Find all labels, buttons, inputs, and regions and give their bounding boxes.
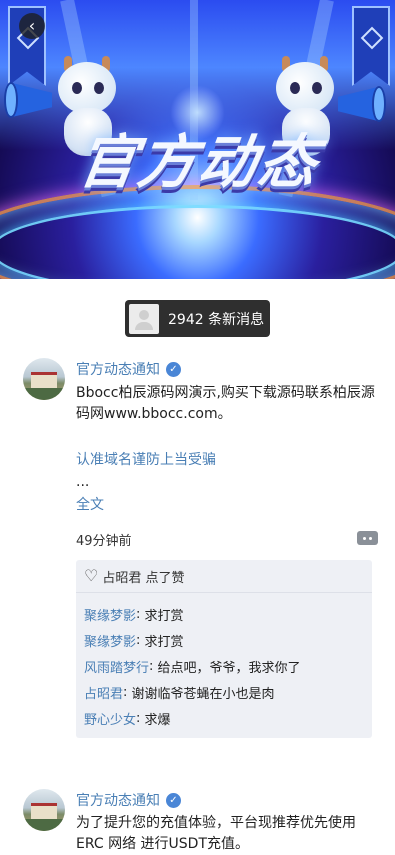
comment-user[interactable]: 聚缘梦影	[84, 631, 136, 650]
full-text-link[interactable]: 全文	[76, 494, 104, 514]
likes-text: 占昭君 点了赞	[102, 570, 185, 586]
header-banner: 官方动态 ‹	[0, 0, 395, 279]
author-name[interactable]: 官方动态通知	[76, 790, 160, 810]
comment-user[interactable]: 占昭君	[84, 683, 123, 702]
comment-text: 求爆	[144, 712, 171, 728]
verified-badge-icon: ✓	[166, 792, 181, 808]
post-ellipsis: ...	[76, 474, 90, 490]
post-content: Bbocc柏辰源码网演示,购买下载源码联系柏辰源码网www.bbocc.com。	[76, 385, 375, 422]
new-messages-notice[interactable]: 2942 条新消息	[125, 300, 270, 337]
notice-text: 2942 条新消息	[168, 311, 265, 328]
post-content: 为了提升您的充值体验，平台现推荐优先使用ERC 网络 进行USDT充值。	[76, 815, 356, 852]
likes-row: ♡ 占昭君 点了赞	[76, 560, 372, 593]
comment-user[interactable]: 聚缘梦影	[84, 605, 136, 624]
comment-user[interactable]: 风雨踏梦行	[84, 657, 149, 676]
more-options-button[interactable]	[357, 531, 378, 545]
avatar[interactable]	[23, 358, 65, 400]
heart-icon: ♡	[84, 566, 99, 585]
comment-text: 求打赏	[144, 608, 184, 624]
comment-user[interactable]: 野心少女	[84, 709, 136, 728]
comment-row[interactable]: 野心少女: 求爆	[76, 705, 372, 731]
comment-text: 谢谢临爷苍蝇在小也是肉	[131, 686, 275, 702]
notice-avatar	[129, 303, 159, 334]
verified-badge-icon: ✓	[166, 361, 181, 377]
back-button[interactable]: ‹	[19, 13, 45, 39]
author-name[interactable]: 官方动态通知	[76, 359, 160, 379]
likes-comments-box: ♡ 占昭君 点了赞 聚缘梦影: 求打赏 聚缘梦影: 求打赏 风雨踏梦行: 给点吧…	[76, 560, 372, 738]
banner-title: 官方动态	[73, 128, 324, 196]
comment-text: 给点吧，爷爷，我求你了	[157, 660, 301, 676]
post-time: 49分钟前	[76, 534, 132, 549]
comment-row[interactable]: 聚缘梦影: 求打赏	[76, 601, 372, 627]
comment-row[interactable]: 聚缘梦影: 求打赏	[76, 627, 372, 653]
avatar[interactable]	[23, 789, 65, 831]
post-link[interactable]: 认准域名谨防上当受骗	[76, 449, 216, 469]
comment-row[interactable]: 风雨踏梦行: 给点吧，爷爷，我求你了	[76, 653, 372, 679]
comment-text: 求打赏	[144, 634, 184, 650]
comment-row[interactable]: 占昭君: 谢谢临爷苍蝇在小也是肉	[76, 679, 372, 705]
chevron-left-icon: ‹	[28, 16, 36, 35]
